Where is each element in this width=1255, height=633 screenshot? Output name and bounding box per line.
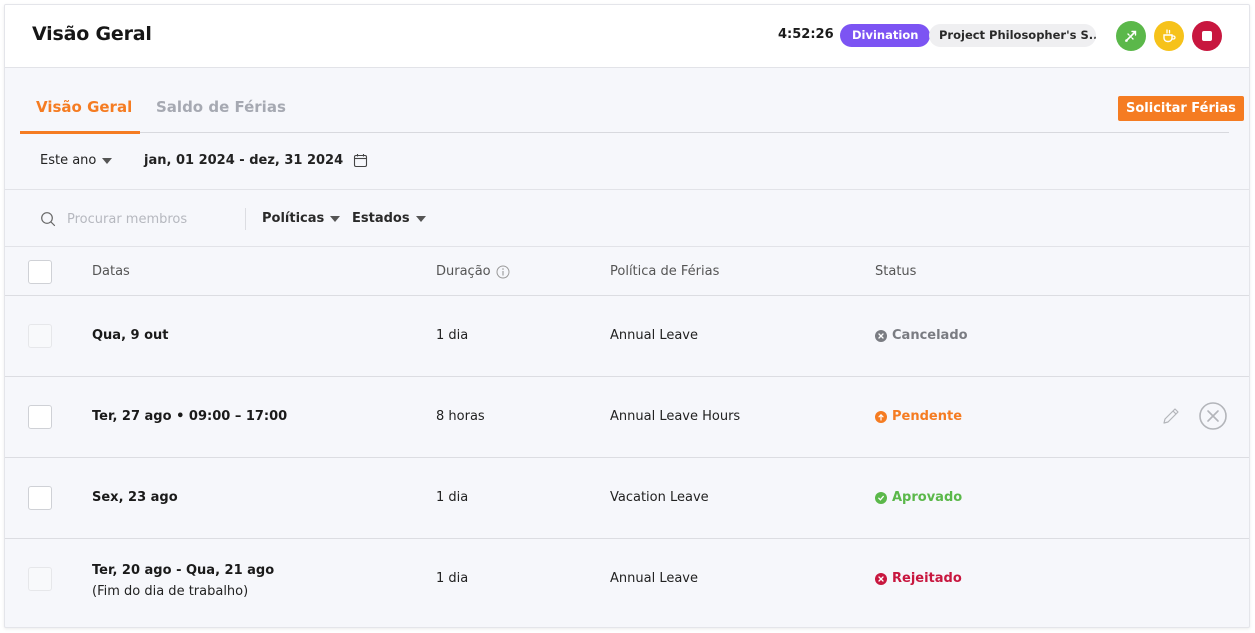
switch-icon — [1125, 30, 1137, 42]
column-header-policy-label: Política de Férias — [610, 264, 720, 279]
cancelled-status-icon — [875, 329, 887, 342]
row-status-label: Cancelado — [892, 328, 968, 343]
filter-row: Políticas Estados — [5, 191, 1249, 247]
row-status-label: Pendente — [892, 409, 963, 424]
row-date: Qua, 9 out — [92, 328, 169, 343]
select-all-checkbox[interactable] — [28, 260, 52, 284]
row-duration: 1 dia — [436, 490, 469, 505]
row-status-badge: Rejeitado — [875, 571, 962, 586]
caret-down-icon — [330, 215, 341, 222]
coffee-icon — [1163, 29, 1176, 43]
request-leave-button[interactable]: Solicitar Férias — [1118, 96, 1244, 121]
caret-down-icon — [102, 157, 113, 164]
tab-bar: Visão Geral Saldo de Férias — [20, 85, 1229, 134]
column-header-dates-label: Datas — [92, 264, 130, 279]
row-status-badge: Cancelado — [875, 328, 968, 343]
row-checkbox[interactable] — [28, 567, 52, 591]
states-filter-label: Estados — [352, 211, 410, 226]
table-header: Datas Duração Política de Férias Status — [5, 248, 1249, 296]
column-header-dates: Datas — [92, 264, 130, 279]
row-status-badge: Pendente — [875, 409, 962, 424]
app-window: Visão Geral 4:52:26 Divination Project P… — [4, 4, 1250, 628]
project-selector[interactable]: Project Philosopher's S... — [929, 24, 1096, 47]
column-header-duration-label: Duração — [436, 264, 491, 279]
approved-status-icon — [875, 491, 887, 504]
column-header-policy: Política de Férias — [610, 264, 719, 279]
rejected-status-icon — [875, 572, 887, 585]
table-row[interactable]: Qua, 9 out 1 dia Annual Leave Cancelado — [5, 296, 1249, 377]
date-range-picker[interactable]: jan, 01 2024 - dez, 31 2024 — [144, 153, 368, 168]
row-duration: 8 horas — [436, 409, 485, 424]
column-header-status-label: Status — [875, 264, 917, 279]
column-header-status: Status — [875, 264, 916, 279]
row-duration: 1 dia — [436, 328, 469, 343]
tab-overview-label: Visão Geral — [36, 98, 133, 116]
row-date-note: (Fim do dia de trabalho) — [92, 584, 249, 599]
row-checkbox[interactable] — [28, 324, 52, 348]
table-row[interactable]: Ter, 20 ago - Qua, 21 ago (Fim do dia de … — [5, 539, 1249, 620]
project-tag-badge[interactable]: Divination — [840, 24, 931, 47]
states-filter-dropdown[interactable]: Estados — [352, 211, 426, 226]
page-title: Visão Geral — [32, 23, 152, 45]
period-dropdown[interactable]: Este ano — [40, 153, 113, 168]
pending-status-icon — [875, 410, 887, 423]
date-range-row: Este ano jan, 01 2024 - dez, 31 2024 — [5, 134, 1249, 190]
row-policy: Annual Leave — [610, 571, 698, 586]
date-range-label: jan, 01 2024 - dez, 31 2024 — [144, 153, 344, 168]
search-icon — [41, 212, 56, 227]
cancel-request-icon[interactable] — [1198, 401, 1228, 431]
edit-pencil-icon[interactable] — [1160, 405, 1182, 427]
table-row[interactable]: Ter, 27 ago • 09:00 – 17:00 8 horas Annual… — [5, 377, 1249, 458]
calendar-icon — [354, 154, 368, 168]
table-body: Qua, 9 out 1 dia Annual Leave Cancelado Ter,… — [5, 296, 1249, 627]
switch-task-button[interactable] — [1116, 21, 1146, 51]
period-dropdown-label: Este ano — [40, 153, 97, 168]
row-date: Ter, 20 ago - Qua, 21 ago — [92, 563, 275, 578]
stop-icon — [1202, 31, 1212, 41]
policies-filter-dropdown[interactable]: Políticas — [262, 211, 341, 226]
row-checkbox[interactable] — [28, 486, 52, 510]
tab-overview[interactable]: Visão Geral — [36, 98, 132, 116]
row-policy: Vacation Leave — [610, 490, 709, 505]
row-date: Sex, 23 ago — [92, 490, 178, 505]
row-status-label: Rejeitado — [892, 571, 962, 586]
row-date: Ter, 27 ago • 09:00 – 17:00 — [92, 409, 288, 424]
take-break-button[interactable] — [1154, 21, 1184, 51]
row-checkbox[interactable] — [28, 405, 52, 429]
row-policy: Annual Leave Hours — [610, 409, 741, 424]
table-row[interactable]: Sex, 23 ago 1 dia Vacation Leave Aprovado — [5, 458, 1249, 539]
timer-display: 4:52:26 — [778, 27, 834, 42]
row-policy: Annual Leave — [610, 328, 698, 343]
row-status-badge: Aprovado — [875, 490, 962, 505]
info-icon[interactable] — [496, 265, 510, 279]
search-members-input[interactable] — [67, 205, 237, 233]
row-duration: 1 dia — [436, 571, 469, 586]
column-header-duration: Duração — [436, 264, 510, 279]
caret-down-icon — [415, 215, 426, 222]
filter-divider — [245, 208, 246, 230]
stop-timer-button[interactable] — [1192, 21, 1222, 51]
policies-filter-label: Políticas — [262, 211, 325, 226]
top-bar: Visão Geral 4:52:26 Divination Project P… — [5, 5, 1249, 68]
tab-leave-balance[interactable]: Saldo de Férias — [156, 98, 286, 116]
tab-leave-balance-label: Saldo de Férias — [156, 98, 286, 116]
row-status-label: Aprovado — [892, 490, 963, 505]
